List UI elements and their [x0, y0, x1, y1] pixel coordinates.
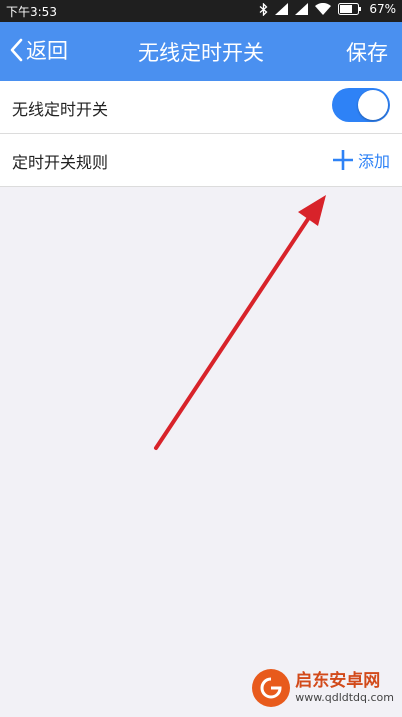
status-time: 下午3:53 — [6, 5, 57, 19]
row-label: 定时开关规则 — [12, 153, 109, 172]
add-rule-button[interactable]: 添加 — [332, 148, 390, 172]
plus-icon — [332, 150, 353, 170]
status-bar: 下午3:53 67% — [0, 0, 402, 22]
bluetooth-icon — [259, 2, 268, 16]
add-label: 添加 — [357, 152, 390, 171]
status-icons: 67% — [259, 2, 396, 16]
battery-icon — [338, 3, 362, 15]
back-label: 返回 — [26, 39, 68, 63]
list-item-timer-rules: 定时开关规则 添加 — [0, 134, 402, 187]
back-button[interactable]: 返回 — [10, 35, 68, 65]
watermark: 启东安卓网 www.qdldtdq.com — [252, 669, 394, 707]
toggle-knob — [358, 90, 388, 120]
watermark-name: 启东安卓网 — [295, 671, 381, 691]
signal-icon — [275, 3, 289, 15]
settings-list: 无线定时开关 定时开关规则 添加 — [0, 81, 402, 187]
row-label: 无线定时开关 — [12, 100, 109, 119]
list-item-wireless-timer: 无线定时开关 — [0, 81, 402, 134]
save-button[interactable]: 保存 — [346, 37, 388, 67]
battery-percent: 67% — [369, 2, 396, 16]
nav-bar: 返回 无线定时开关 保存 — [0, 22, 402, 81]
watermark-logo — [252, 669, 291, 707]
wifi-icon — [315, 3, 332, 15]
chevron-left-icon — [10, 38, 23, 62]
wireless-timer-toggle[interactable] — [332, 88, 390, 122]
signal-icon — [295, 3, 309, 15]
watermark-url: www.qdldtdq.com — [295, 691, 394, 704]
